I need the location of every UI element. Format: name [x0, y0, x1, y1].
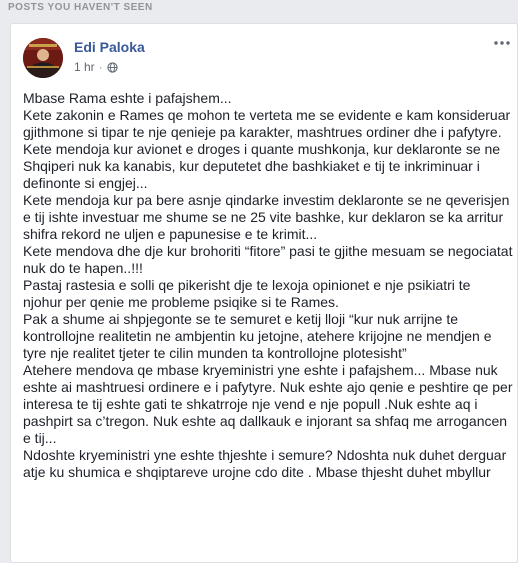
post-meta: 1 hr ·: [74, 60, 118, 74]
post-paragraph: Kete zakonin e Rames qe mohon te verteta…: [23, 107, 511, 140]
post-timestamp[interactable]: 1 hr: [74, 60, 95, 74]
post-paragraph: Pak a shume ai shpjegonte se te semuret …: [23, 311, 492, 361]
avatar-image: [23, 38, 63, 78]
globe-icon[interactable]: [107, 61, 118, 73]
post-paragraph: Pastaj rastesia e solli qe pikerisht dje…: [23, 277, 471, 310]
author-name[interactable]: Edi Paloka: [74, 39, 145, 55]
post-paragraph: Kete mendova dhe dje kur brohoriti “fito…: [23, 243, 513, 276]
avatar[interactable]: [23, 38, 63, 78]
post-paragraph: Ndoshte kryeministri yne eshte thjeshte …: [23, 447, 507, 480]
post-paragraph: Mbase Rama eshte i pafajshem...: [23, 90, 232, 106]
post-card: Edi Paloka 1 hr · Mbase Rama eshte i paf…: [10, 23, 518, 563]
post-paragraph: Kete mendoja kur avionet e droges i quan…: [23, 141, 501, 191]
more-options-icon[interactable]: [491, 36, 513, 50]
meta-separator: ·: [98, 60, 103, 74]
post-paragraph: Atehere mendova qe mbase kryeministri yn…: [23, 362, 513, 446]
section-header: POSTS YOU HAVEN'T SEEN: [8, 2, 153, 13]
post-text: Mbase Rama eshte i pafajshem... Kete zak…: [23, 90, 513, 481]
post-paragraph: Kete mendoja kur pa bere asnje qindarke …: [23, 192, 510, 242]
